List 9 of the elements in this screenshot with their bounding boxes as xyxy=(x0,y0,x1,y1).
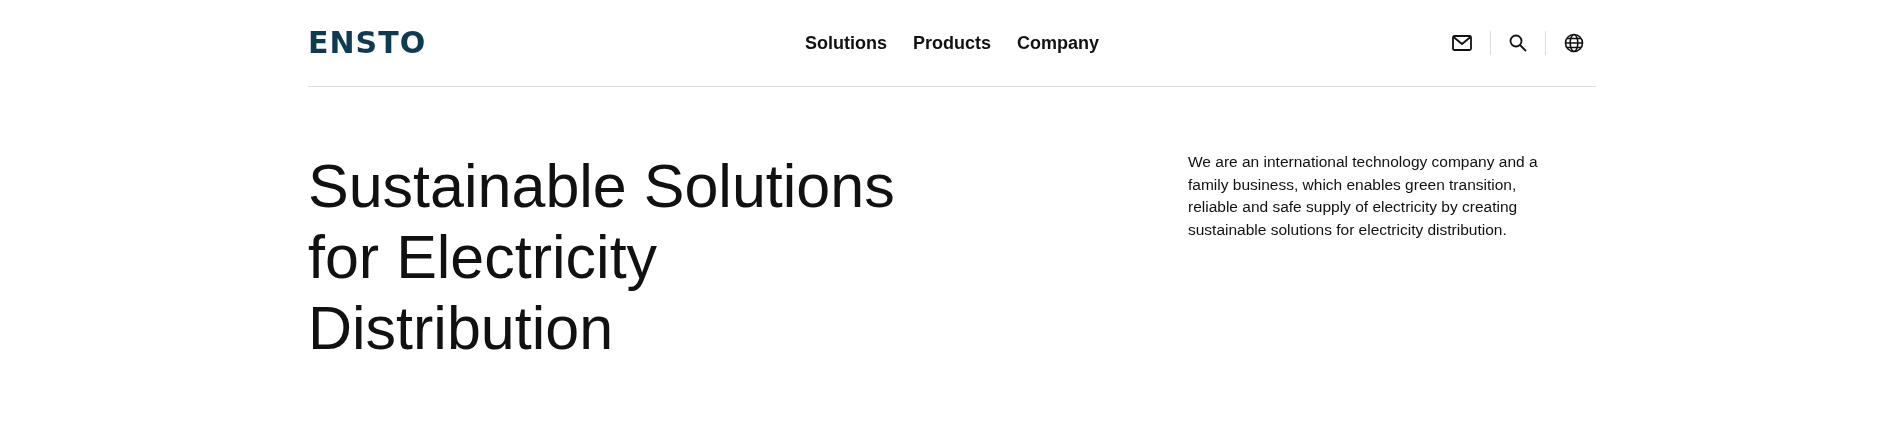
globe-icon[interactable] xyxy=(1564,33,1584,53)
nav-link[interactable]: Products xyxy=(913,32,991,54)
nav-link[interactable]: Solutions xyxy=(805,32,887,54)
logo[interactable]: ENSTO xyxy=(308,24,427,60)
nav-link[interactable]: Company xyxy=(1017,32,1100,54)
search-icon[interactable] xyxy=(1509,34,1527,52)
intro-paragraph: We are an international technology company and a family business, which enables green transition, reliable and safe supply of electricity by creating sustainable solutions for electricity distribution. xyxy=(1188,152,1538,240)
mail-icon[interactable] xyxy=(1452,35,1472,51)
hero-heading: Sustainable Solutions for Electricity Distribution xyxy=(308,151,896,364)
